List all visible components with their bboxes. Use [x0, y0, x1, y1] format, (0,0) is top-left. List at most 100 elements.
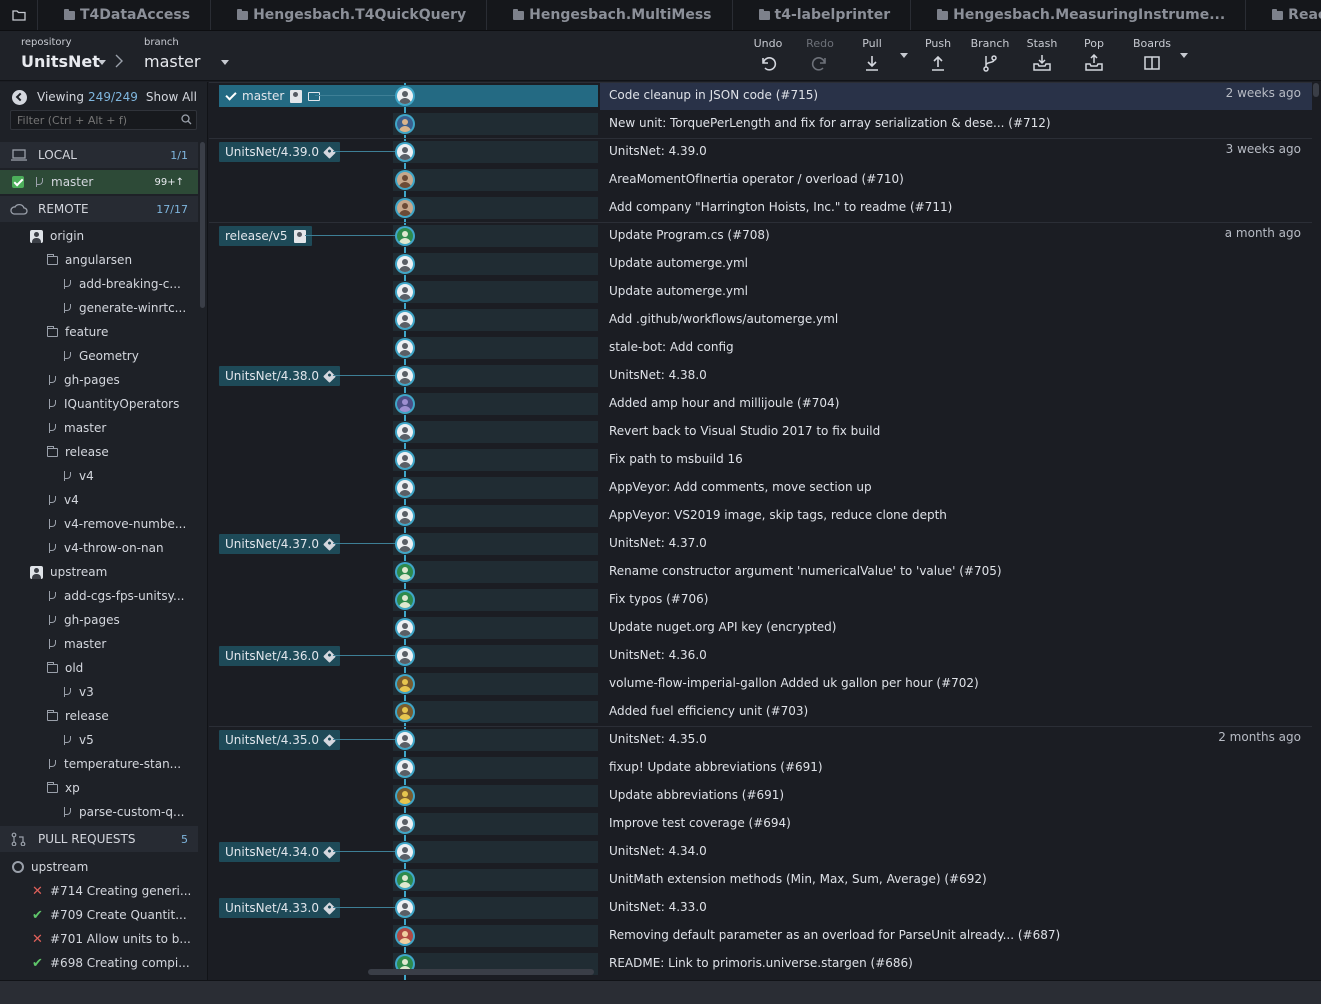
tag-label[interactable]: UnitsNet/4.33.0 [219, 898, 340, 918]
commit-row[interactable]: UnitsNet/4.39.0 UnitsNet: 4.39.0 3 weeks a… [209, 138, 1312, 166]
commit-node-avatar[interactable] [395, 450, 415, 470]
remote-branch-item[interactable]: v3 [62, 680, 94, 704]
commit-node-avatar[interactable] [395, 562, 415, 582]
left-panel-scrollbar[interactable] [200, 142, 205, 308]
commit-row[interactable]: Removing default parameter as an overloa… [209, 922, 1312, 950]
remote-branch-item[interactable]: v4 [62, 464, 94, 488]
commit-row[interactable]: Update automerge.yml [209, 278, 1312, 306]
commit-node-avatar[interactable] [395, 338, 415, 358]
commit-node-avatar[interactable] [395, 114, 415, 134]
commit-node-avatar[interactable] [395, 226, 415, 246]
commit-node-avatar[interactable] [395, 478, 415, 498]
show-all-link[interactable]: Show All [146, 90, 197, 104]
commit-row[interactable]: fixup! Update abbreviations (#691) [209, 754, 1312, 782]
commit-row[interactable]: Update automerge.yml [209, 250, 1312, 278]
remote-branch-item[interactable]: master [47, 632, 106, 656]
commit-node-avatar[interactable] [395, 870, 415, 890]
pull-options-dropdown-icon[interactable] [900, 53, 908, 58]
commit-node-avatar[interactable] [395, 534, 415, 554]
commit-row[interactable]: New unit: TorquePerLength and fix for ar… [209, 110, 1312, 138]
commit-row[interactable]: AppVeyor: VS2019 image, skip tags, reduc… [209, 502, 1312, 530]
commit-node-avatar[interactable] [395, 506, 415, 526]
boards-button[interactable]: Boards [1128, 31, 1176, 81]
back-arrow-icon[interactable] [12, 89, 27, 105]
commit-node-avatar[interactable] [395, 86, 415, 106]
commit-node-avatar[interactable] [395, 170, 415, 190]
tag-label[interactable]: UnitsNet/4.35.0 [219, 730, 340, 750]
tag-label[interactable]: UnitsNet/4.38.0 [219, 366, 340, 386]
remote-branch-item[interactable]: parse-custom-q... [62, 800, 184, 824]
commit-row[interactable]: Improve test coverage (#694) [209, 810, 1312, 838]
commit-node-avatar[interactable] [395, 366, 415, 386]
remote-branch-item[interactable]: generate-winrtc... [62, 296, 186, 320]
commit-row[interactable]: UnitsNet/4.34.0 UnitsNet: 4.34.0 [209, 838, 1312, 866]
commit-row[interactable]: UnitsNet/4.33.0 UnitsNet: 4.33.0 [209, 894, 1312, 922]
repository-name[interactable]: UnitsNet [21, 52, 100, 71]
commit-row[interactable]: Add .github/workflows/automerge.yml [209, 306, 1312, 334]
vertical-scrollbar[interactable] [1313, 83, 1319, 97]
repo-tab[interactable]: t4-labelprinter [733, 0, 912, 30]
pull-requests-section-header[interactable]: PULL REQUESTS 5 [0, 826, 198, 852]
commit-row[interactable]: Rename constructor argument 'numericalVa… [209, 558, 1312, 586]
remote-item[interactable]: origin [30, 224, 84, 248]
commit-node-avatar[interactable] [395, 282, 415, 302]
commit-node-avatar[interactable] [395, 254, 415, 274]
commit-row[interactable]: Update abbreviations (#691) [209, 782, 1312, 810]
remote-branch-item[interactable]: Geometry [62, 344, 139, 368]
remote-branch-item[interactable]: v5 [62, 728, 94, 752]
pr-remote-upstream[interactable]: upstream [12, 855, 88, 879]
remote-folder-item[interactable]: release [47, 704, 109, 728]
commit-node-avatar[interactable] [395, 142, 415, 162]
branch-name[interactable]: master [144, 52, 200, 71]
remote-folder-item[interactable]: release [47, 440, 109, 464]
remote-folder-item[interactable]: angularsen [47, 248, 132, 272]
branch-dropdown-icon[interactable] [221, 60, 229, 65]
commit-node-avatar[interactable] [395, 618, 415, 638]
boards-dropdown-icon[interactable] [1180, 53, 1188, 58]
tag-label[interactable]: UnitsNet/4.36.0 [219, 646, 340, 666]
commit-row[interactable]: volume-flow-imperial-gallon Added uk gal… [209, 670, 1312, 698]
tag-label[interactable]: UnitsNet/4.37.0 [219, 534, 340, 554]
remote-branch-item[interactable]: master [47, 416, 106, 440]
commit-node-avatar[interactable] [395, 394, 415, 414]
commit-row[interactable]: Fix typos (#706) [209, 586, 1312, 614]
pull-request-item[interactable]: ✔ #698 Creating compi... [32, 951, 190, 975]
commit-row[interactable]: AppVeyor: Add comments, move section up [209, 474, 1312, 502]
commit-node-avatar[interactable] [395, 198, 415, 218]
branch-button[interactable]: Branch [968, 31, 1012, 81]
commit-row[interactable]: Add company "Harrington Hoists, Inc." to… [209, 194, 1312, 222]
local-section-header[interactable]: LOCAL 1/1 [0, 142, 198, 168]
commit-row[interactable]: UnitsNet/4.37.0 UnitsNet: 4.37.0 [209, 530, 1312, 558]
filter-input[interactable] [10, 110, 197, 130]
remote-folder-item[interactable]: old [47, 656, 83, 680]
repo-tab[interactable]: Hengesbach.MeasuringInstrume... [911, 0, 1247, 30]
commit-row[interactable]: UnitsNet/4.35.0 UnitsNet: 4.35.0 2 months … [209, 726, 1312, 754]
commit-row[interactable]: UnitMath extension methods (Min, Max, Su… [209, 866, 1312, 894]
tag-label[interactable]: UnitsNet/4.39.0 [219, 142, 340, 162]
commit-node-avatar[interactable] [395, 758, 415, 778]
remote-branch-item[interactable]: gh-pages [47, 608, 120, 632]
commit-node-avatar[interactable] [395, 310, 415, 330]
tag-label[interactable]: UnitsNet/4.34.0 [219, 842, 340, 862]
remote-branch-item[interactable]: v4 [47, 488, 79, 512]
commit-node-avatar[interactable] [395, 814, 415, 834]
repo-tab[interactable]: Hengesbach.T4QuickQuery [211, 0, 488, 30]
commit-row[interactable]: master Code cleanup in JSON code (#715) 2 … [209, 82, 1312, 110]
commit-row[interactable]: Fix path to msbuild 16 [209, 446, 1312, 474]
remote-branch-item[interactable]: add-cgs-fps-unitsy... [47, 584, 184, 608]
horizontal-scrollbar[interactable] [368, 969, 594, 975]
repo-tab[interactable]: Hengesbach.MultiMess [487, 0, 733, 30]
pop-button[interactable]: Pop [1077, 31, 1111, 81]
repo-tab[interactable]: ReactiveUI [1246, 0, 1321, 30]
repository-dropdown-icon[interactable] [98, 60, 106, 65]
branch-label[interactable]: release/v5 [219, 226, 312, 246]
pull-request-item[interactable]: ✕ #701 Allow units to b... [32, 927, 191, 951]
commit-row[interactable]: Added fuel efficiency unit (#703) [209, 698, 1312, 726]
checked-checkbox-icon[interactable] [12, 176, 24, 188]
commit-node-avatar[interactable] [395, 926, 415, 946]
local-branch-master[interactable]: master 99+↑ [0, 170, 198, 194]
remote-branch-item[interactable]: temperature-stan... [47, 752, 181, 776]
remote-branch-item[interactable]: v4-throw-on-nan [47, 536, 164, 560]
commit-row[interactable]: UnitsNet/4.36.0 UnitsNet: 4.36.0 [209, 642, 1312, 670]
pull-request-item[interactable]: ✔ #709 Create Quantit... [32, 903, 187, 927]
